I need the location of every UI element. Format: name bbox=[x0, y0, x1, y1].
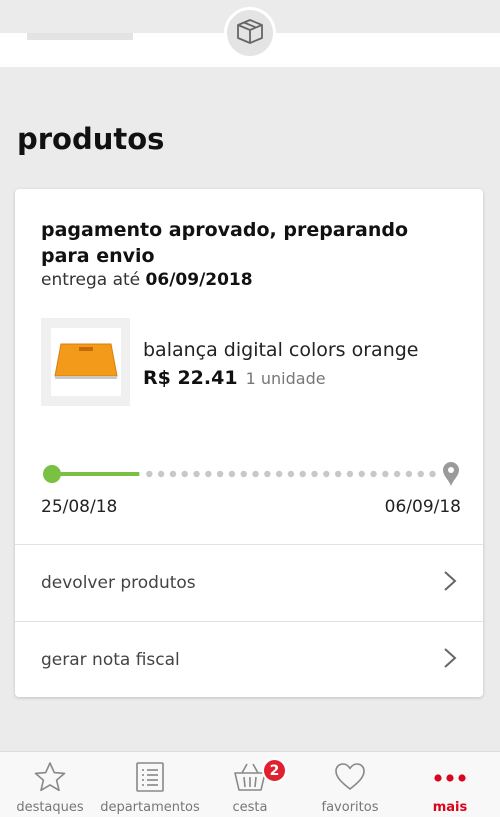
progress-remaining-dot bbox=[299, 470, 306, 478]
progress-remaining-dot bbox=[393, 470, 401, 478]
location-pin-hole bbox=[448, 467, 454, 473]
generate-invoice-label: gerar nota fiscal bbox=[41, 650, 180, 670]
page-title: produtos bbox=[17, 122, 165, 156]
header-tab-indicator bbox=[27, 33, 133, 40]
product-thumbnail[interactable] bbox=[41, 318, 130, 406]
progress-remaining-dot bbox=[157, 470, 165, 478]
order-card: pagamento aprovado, preparando para envi… bbox=[15, 189, 483, 697]
progress-remaining-dot bbox=[382, 470, 389, 478]
tab-label: destaques bbox=[16, 800, 84, 815]
tab-label: mais bbox=[432, 800, 468, 815]
tab-departamentos[interactable]: departamentos bbox=[100, 752, 200, 817]
progress-remaining-dot bbox=[181, 470, 188, 478]
progress-remaining-dot bbox=[429, 470, 436, 478]
progress-remaining-dot bbox=[334, 470, 342, 478]
star-icon bbox=[33, 761, 67, 797]
progress-remaining-dot bbox=[370, 470, 377, 478]
delivery-date: 06/09/2018 bbox=[145, 270, 253, 290]
progress-end-date: 06/09/18 bbox=[384, 497, 461, 517]
tab-cesta[interactable]: 2 cesta bbox=[200, 752, 300, 817]
progress-remaining-dot bbox=[287, 470, 295, 478]
progress-remaining-dot bbox=[275, 470, 283, 478]
progress-remaining-dot bbox=[193, 470, 200, 478]
tab-destaques[interactable]: destaques bbox=[0, 752, 100, 817]
tab-label: favoritos bbox=[321, 800, 379, 815]
product-price: R$ 22.41 bbox=[143, 367, 238, 389]
progress-remaining-dot bbox=[311, 470, 318, 478]
progress-start-marker bbox=[43, 465, 61, 483]
progress-remaining-dot bbox=[358, 470, 365, 478]
list-icon bbox=[135, 761, 165, 797]
product-price-line: R$ 22.41 1 unidade bbox=[143, 367, 326, 389]
top-header bbox=[0, 0, 500, 67]
product-name: balança digital colors orange bbox=[143, 339, 419, 361]
cart-count-badge: 2 bbox=[262, 758, 287, 783]
progress-remaining-dot bbox=[264, 470, 271, 478]
progress-remaining-dot bbox=[252, 470, 259, 478]
progress-remaining-dot bbox=[417, 470, 424, 478]
package-badge bbox=[224, 7, 276, 59]
progress-remaining-dot bbox=[323, 470, 330, 478]
tab-favoritos[interactable]: favoritos bbox=[300, 752, 400, 817]
chevron-right-icon bbox=[443, 647, 457, 673]
tab-mais[interactable]: mais bbox=[400, 752, 500, 817]
progress-remaining-dot bbox=[405, 470, 413, 478]
progress-start-date: 25/08/18 bbox=[41, 497, 118, 517]
delivery-progress-track bbox=[43, 462, 459, 486]
location-pin-icon bbox=[443, 462, 459, 486]
heart-icon bbox=[333, 761, 367, 797]
delivery-estimate: entrega até 06/09/2018 bbox=[41, 270, 253, 290]
package-box-icon bbox=[234, 15, 266, 51]
return-products-row[interactable]: devolver produtos bbox=[15, 544, 483, 621]
generate-invoice-row[interactable]: gerar nota fiscal bbox=[15, 621, 483, 698]
product-quantity: 1 unidade bbox=[245, 369, 326, 388]
progress-remaining-dot bbox=[169, 470, 177, 478]
progress-remaining-dot bbox=[216, 470, 224, 478]
tab-label: departamentos bbox=[100, 800, 200, 815]
progress-remaining-dot bbox=[205, 470, 212, 478]
chevron-right-icon bbox=[443, 570, 457, 596]
progress-remaining-dot bbox=[240, 470, 247, 478]
bottom-tab-bar: destaques departamentos 2 cesta favorito… bbox=[0, 751, 500, 817]
progress-remaining-dot bbox=[228, 470, 236, 478]
progress-remaining-dot bbox=[346, 470, 354, 478]
scale-product-image bbox=[53, 340, 119, 384]
progress-remaining-dot bbox=[146, 470, 153, 478]
order-status: pagamento aprovado, preparando para envi… bbox=[41, 219, 408, 267]
tab-label: cesta bbox=[232, 800, 268, 815]
return-products-label: devolver produtos bbox=[41, 573, 196, 593]
more-dots-icon bbox=[431, 761, 469, 797]
delivery-prefix: entrega até bbox=[41, 270, 141, 290]
